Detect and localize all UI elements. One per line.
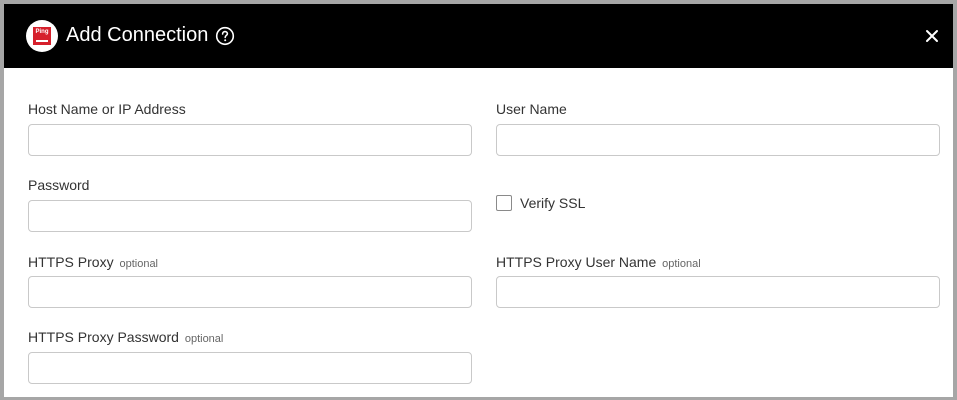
https-proxy-user-label-text: HTTPS Proxy User Name [496,254,657,270]
optional-tag: optional [662,258,701,270]
https-proxy-input[interactable] [28,276,472,308]
dialog-header: Ping Add Connection [4,4,953,68]
https-proxy-label-text: HTTPS Proxy [28,254,114,270]
https-proxy-user-input[interactable] [496,276,940,308]
https-proxy-user-label: HTTPS Proxy User Name optional [496,254,701,272]
add-connection-dialog: Ping Add Connection Host Name or IP Addr… [0,0,957,400]
https-proxy-password-input[interactable] [28,352,472,384]
https-proxy-password-label: HTTPS Proxy Password optional [28,329,223,347]
password-label: Password [28,177,90,193]
username-input[interactable] [496,124,940,156]
ping-logo-badge: Ping [33,27,51,45]
verify-ssl-label[interactable]: Verify SSL [520,195,585,211]
https-proxy-password-label-text: HTTPS Proxy Password [28,329,179,345]
close-icon[interactable] [920,24,944,48]
host-input[interactable] [28,124,472,156]
username-label: User Name [496,101,567,117]
dialog-title: Add Connection [66,24,209,46]
logo-text: Ping [35,29,49,35]
ping-logo: Ping [26,20,58,52]
host-label: Host Name or IP Address [28,101,186,117]
password-input[interactable] [28,200,472,232]
help-circle-icon[interactable] [215,26,235,46]
optional-tag: optional [184,333,224,345]
https-proxy-label: HTTPS Proxy optional [28,254,158,272]
optional-tag: optional [119,258,159,270]
verify-ssl-checkbox[interactable] [496,195,512,211]
